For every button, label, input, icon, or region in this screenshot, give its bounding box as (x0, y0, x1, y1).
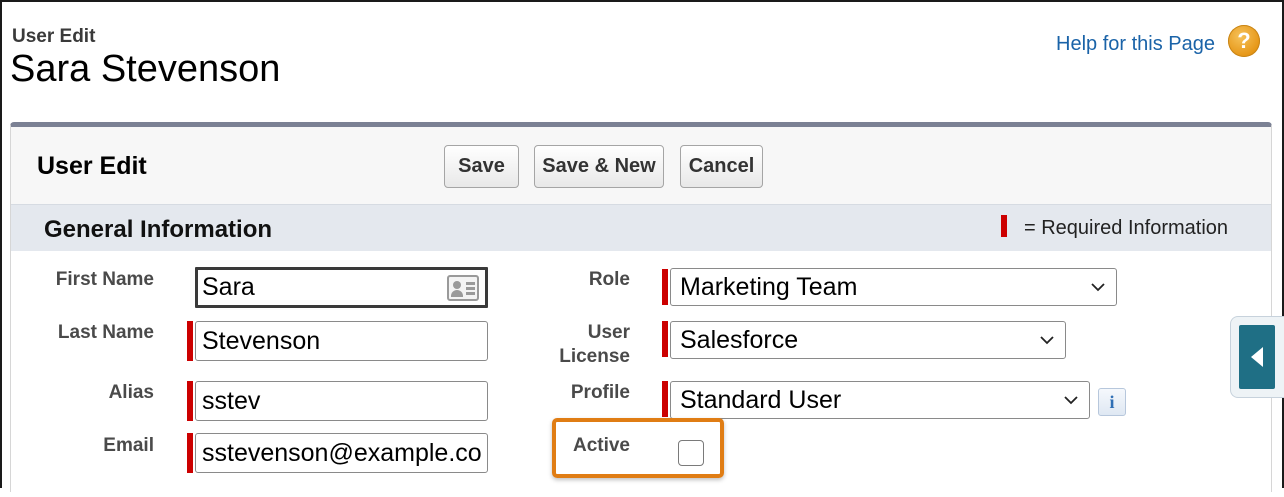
role-label: Role (588, 269, 630, 290)
last-name-label: Last Name (57, 322, 154, 343)
save-button[interactable]: Save (444, 145, 519, 188)
chevron-down-icon (1091, 283, 1105, 292)
last-name-required-indicator (187, 321, 193, 361)
chevron-down-icon (1040, 336, 1054, 345)
page-subtitle: User Edit (12, 26, 96, 47)
alias-input[interactable] (195, 381, 488, 421)
email-required-indicator (187, 433, 193, 473)
section-title: General Information (44, 216, 273, 243)
role-required-indicator (662, 269, 668, 305)
help-link[interactable]: Help for this Page (1056, 33, 1215, 56)
profile-select-value: Standard User (680, 386, 842, 414)
chevron-down-icon (1064, 396, 1078, 405)
page-title: Sara Stevenson (10, 48, 281, 90)
user-license-select[interactable]: Salesforce (670, 321, 1066, 359)
first-name-label: First Name (55, 269, 154, 290)
info-icon[interactable]: i (1098, 388, 1126, 416)
alias-required-indicator (187, 381, 193, 421)
profile-select[interactable]: Standard User (670, 381, 1090, 419)
email-label: Email (103, 435, 154, 456)
profile-required-indicator (662, 381, 668, 417)
user-license-label-line1: User (587, 322, 630, 343)
user-license-label: User License (500, 321, 630, 369)
cancel-button[interactable]: Cancel (680, 145, 763, 188)
section-header: General Information = Required Informati… (11, 204, 1271, 251)
panel-title: User Edit (37, 152, 147, 180)
arrow-left-icon (1251, 347, 1263, 367)
required-legend: = Required Information (1024, 217, 1229, 239)
profile-label: Profile (570, 382, 630, 403)
contact-card-icon[interactable] (447, 275, 479, 301)
collapse-button[interactable] (1239, 325, 1275, 389)
first-name-input[interactable] (195, 267, 488, 308)
user-license-required-indicator (662, 321, 668, 357)
help-icon[interactable]: ? (1228, 25, 1260, 57)
user-license-label-line2: License (559, 346, 630, 367)
email-input[interactable] (195, 433, 488, 473)
alias-label: Alias (108, 382, 154, 403)
active-checkbox[interactable] (678, 440, 704, 466)
last-name-input[interactable] (195, 321, 488, 361)
required-indicator (1001, 215, 1007, 237)
user-license-select-value: Salesforce (680, 326, 799, 354)
side-panel-tab[interactable] (1230, 316, 1284, 398)
role-select[interactable]: Marketing Team (670, 268, 1117, 306)
role-select-value: Marketing Team (680, 273, 858, 301)
active-label: Active (572, 435, 630, 456)
save-and-new-button[interactable]: Save & New (534, 145, 664, 188)
